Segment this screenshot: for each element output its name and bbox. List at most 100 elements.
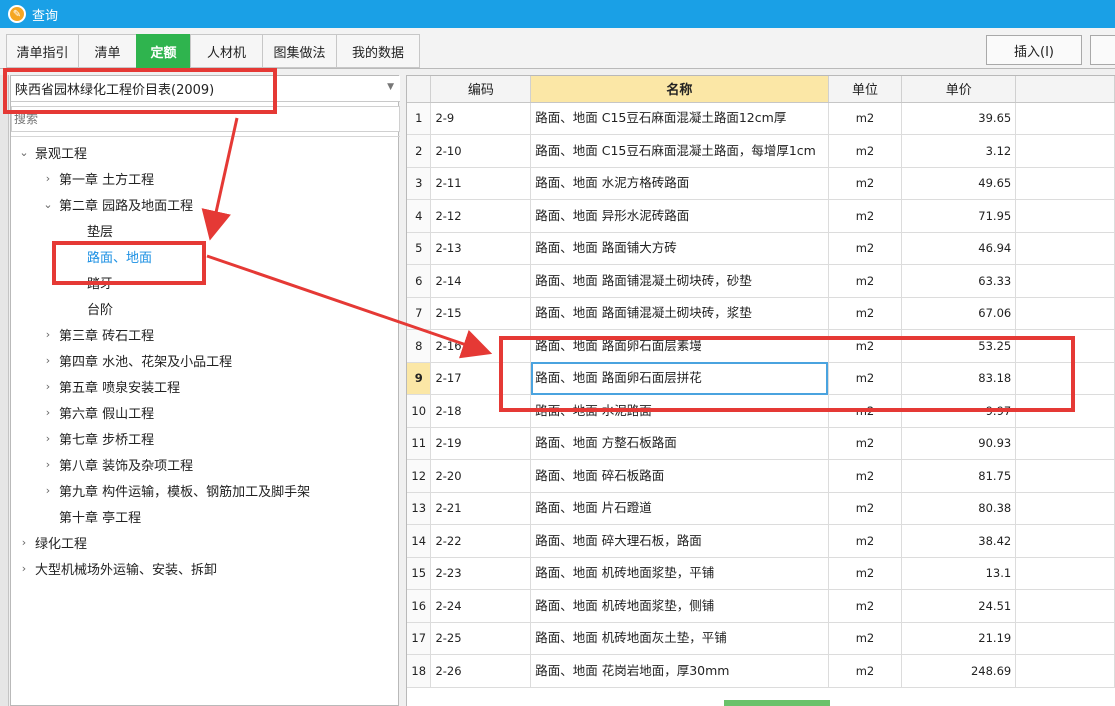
name-cell[interactable]: 路面、地面 路面铺混凝土砌块砖，浆垫 (530, 297, 829, 330)
table-row[interactable]: 2 2-10 路面、地面 C15豆石麻面混凝土路面，每增厚1cm m2 3.12 (407, 134, 1115, 168)
chevron-right-icon[interactable]: › (17, 536, 31, 549)
price-cell[interactable]: 49.65 (901, 167, 1017, 200)
row-number[interactable]: 14 (407, 524, 432, 558)
tree-item[interactable]: › 第五章 喷泉安装工程 (41, 375, 180, 397)
tree-item[interactable]: › 第三章 砖石工程 (41, 323, 154, 345)
price-cell[interactable]: 3.12 (901, 134, 1017, 168)
name-cell[interactable]: 路面、地面 片石蹬道 (530, 492, 829, 525)
unit-cell[interactable]: m2 (828, 524, 903, 558)
row-number[interactable]: 11 (407, 427, 432, 460)
chevron-right-icon[interactable]: › (41, 328, 55, 341)
table-row[interactable]: 17 2-25 路面、地面 机砖地面灰土垫，平铺 m2 21.19 (407, 622, 1115, 655)
code-cell[interactable]: 2-12 (430, 199, 532, 233)
code-cell[interactable]: 2-19 (430, 427, 532, 460)
name-cell[interactable]: 路面、地面 碎大理石板，路面 (530, 524, 829, 558)
code-cell[interactable]: 2-21 (430, 492, 532, 525)
chevron-down-icon[interactable]: ▼ (387, 82, 394, 92)
row-number[interactable]: 4 (407, 199, 432, 233)
row-number[interactable]: 3 (407, 167, 432, 200)
row-number[interactable]: 12 (407, 459, 432, 493)
price-cell[interactable]: 83.18 (901, 362, 1017, 395)
chevron-right-icon[interactable]: › (41, 458, 55, 471)
code-cell[interactable]: 2-26 (430, 654, 532, 688)
name-cell[interactable]: 路面、地面 C15豆石麻面混凝土路面，每增厚1cm (530, 134, 829, 168)
chevron-down-icon[interactable]: ⌄ (41, 198, 55, 211)
tab-4[interactable]: 图集做法 (262, 34, 336, 68)
code-cell[interactable]: 2-11 (430, 167, 532, 200)
price-cell[interactable]: 53.25 (901, 329, 1017, 363)
row-number[interactable]: 9 (407, 362, 432, 395)
name-cell[interactable]: 路面、地面 C15豆石麻面混凝土路面12cm厚 (530, 102, 829, 135)
unit-cell[interactable]: m2 (828, 134, 903, 168)
unit-cell[interactable]: m2 (828, 167, 903, 200)
unit-cell[interactable]: m2 (828, 199, 903, 233)
tree-item[interactable]: › 第六章 假山工程 (41, 401, 154, 423)
code-cell[interactable]: 2-15 (430, 297, 532, 330)
name-cell[interactable]: 路面、地面 机砖地面浆垫，侧铺 (530, 589, 829, 623)
row-number[interactable]: 17 (407, 622, 432, 655)
tab-0[interactable]: 清单指引 (6, 34, 78, 68)
table-row[interactable]: 16 2-24 路面、地面 机砖地面浆垫，侧铺 m2 24.51 (407, 589, 1115, 623)
column-header-code[interactable]: 编码 (430, 76, 532, 103)
row-number[interactable]: 10 (407, 394, 432, 428)
table-row[interactable]: 8 2-16 路面、地面 路面卵石面层素墁 m2 53.25 (407, 329, 1115, 363)
price-cell[interactable]: 71.95 (901, 199, 1017, 233)
tree-item[interactable]: 第十章 亭工程 (41, 505, 141, 527)
name-cell[interactable]: 路面、地面 机砖地面浆垫，平铺 (530, 557, 829, 590)
price-cell[interactable]: 46.94 (901, 232, 1017, 265)
code-cell[interactable]: 2-16 (430, 329, 532, 363)
row-number[interactable]: 13 (407, 492, 432, 525)
code-cell[interactable]: 2-17 (430, 362, 532, 395)
table-row[interactable]: 18 2-26 路面、地面 花岗岩地面，厚30mm m2 248.69 (407, 654, 1115, 688)
unit-cell[interactable]: m2 (828, 329, 903, 363)
price-cell[interactable]: 39.65 (901, 102, 1017, 135)
price-cell[interactable]: 21.19 (901, 622, 1017, 655)
unit-cell[interactable]: m2 (828, 427, 903, 460)
unit-cell[interactable]: m2 (828, 394, 903, 428)
name-cell[interactable]: 路面、地面 方整石板路面 (530, 427, 829, 460)
tree-item[interactable]: › 第七章 步桥工程 (41, 427, 154, 449)
tree-item[interactable]: 路面、地面 (65, 245, 152, 267)
unit-cell[interactable]: m2 (828, 492, 903, 525)
row-number[interactable]: 15 (407, 557, 432, 590)
row-number[interactable]: 7 (407, 297, 432, 330)
code-cell[interactable]: 2-18 (430, 394, 532, 428)
row-number[interactable]: 6 (407, 264, 432, 298)
unit-cell[interactable]: m2 (828, 459, 903, 493)
tab-2[interactable]: 定额 (136, 34, 190, 68)
name-cell[interactable]: 路面、地面 碎石板路面 (530, 459, 829, 493)
row-number[interactable]: 1 (407, 102, 432, 135)
column-header-unit[interactable]: 单位 (828, 76, 903, 103)
unit-cell[interactable]: m2 (828, 557, 903, 590)
name-cell[interactable]: 路面、地面 路面卵石面层拼花 (530, 362, 829, 395)
price-cell[interactable]: 80.38 (901, 492, 1017, 525)
table-row[interactable]: 6 2-14 路面、地面 路面铺混凝土砌块砖，砂垫 m2 63.33 (407, 264, 1115, 298)
unit-cell[interactable]: m2 (828, 232, 903, 265)
unit-cell[interactable]: m2 (828, 654, 903, 688)
row-number[interactable]: 5 (407, 232, 432, 265)
code-cell[interactable]: 2-14 (430, 264, 532, 298)
toolbar-button[interactable] (1090, 35, 1115, 65)
row-number[interactable]: 16 (407, 589, 432, 623)
unit-cell[interactable]: m2 (828, 362, 903, 395)
search-input[interactable] (11, 106, 400, 132)
table-row[interactable]: 7 2-15 路面、地面 路面铺混凝土砌块砖，浆垫 m2 67.06 (407, 297, 1115, 330)
code-cell[interactable]: 2-22 (430, 524, 532, 558)
unit-cell[interactable]: m2 (828, 264, 903, 298)
table-row[interactable]: 13 2-21 路面、地面 片石蹬道 m2 80.38 (407, 492, 1115, 525)
chevron-down-icon[interactable]: ⌄ (17, 146, 31, 159)
table-row[interactable]: 4 2-12 路面、地面 异形水泥砖路面 m2 71.95 (407, 199, 1115, 233)
name-cell[interactable]: 路面、地面 水泥路面 (530, 394, 829, 428)
chevron-right-icon[interactable]: › (41, 172, 55, 185)
code-cell[interactable]: 2-10 (430, 134, 532, 168)
tab-3[interactable]: 人材机 (190, 34, 262, 68)
table-row[interactable]: 12 2-20 路面、地面 碎石板路面 m2 81.75 (407, 459, 1115, 493)
tree-item[interactable]: 台阶 (65, 297, 113, 319)
row-number[interactable]: 2 (407, 134, 432, 168)
tab-1[interactable]: 清单 (78, 34, 136, 68)
unit-cell[interactable]: m2 (828, 102, 903, 135)
tree-item[interactable]: › 第一章 土方工程 (41, 167, 154, 189)
code-cell[interactable]: 2-20 (430, 459, 532, 493)
chevron-right-icon[interactable]: › (41, 380, 55, 393)
unit-cell[interactable]: m2 (828, 589, 903, 623)
